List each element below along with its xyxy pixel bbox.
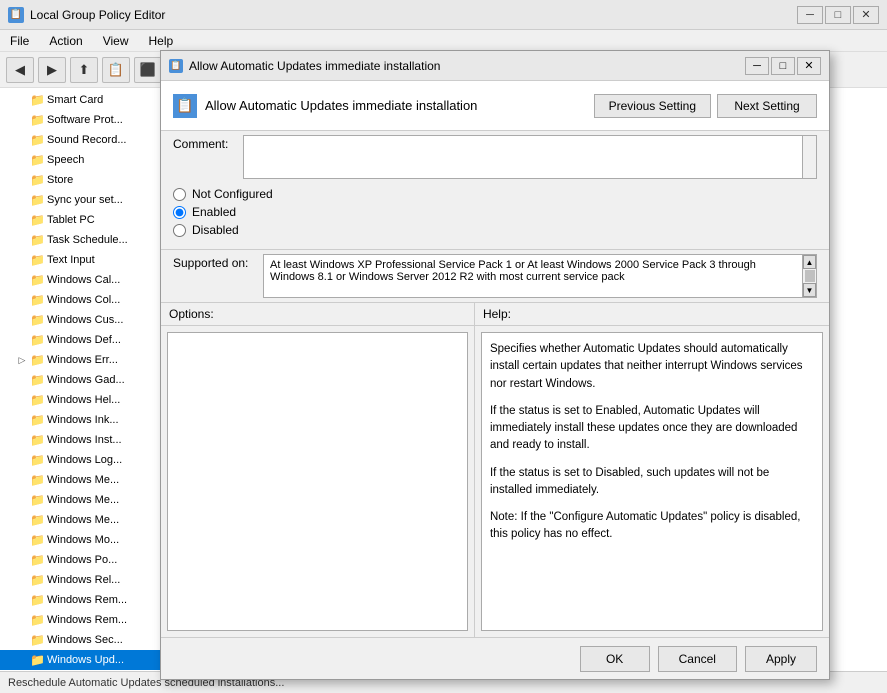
comment-input[interactable] <box>243 135 803 179</box>
dialog-title: Allow Automatic Updates immediate instal… <box>189 59 440 73</box>
scroll-up[interactable]: ▲ <box>803 255 816 269</box>
menu-bar: File Action View Help <box>0 30 887 52</box>
help-para-2: If the status is set to Enabled, Automat… <box>490 403 814 455</box>
options-label: Options: <box>161 303 474 326</box>
radio-area: Not Configured Enabled Disabled <box>161 179 829 250</box>
sidebar-item-windows-log[interactable]: 📁 Windows Log... <box>0 450 164 470</box>
sidebar-item-windows-me1[interactable]: 📁 Windows Me... <box>0 470 164 490</box>
sidebar: 📁 Smart Card 📁 Software Prot... 📁 Sound … <box>0 88 165 693</box>
sidebar-item-store[interactable]: 📁 Store <box>0 170 164 190</box>
help-section: Help: Specifies whether Automatic Update… <box>475 303 829 637</box>
next-setting-button[interactable]: Next Setting <box>717 94 817 118</box>
dialog-icon: 📋 <box>169 59 183 73</box>
prev-setting-button[interactable]: Previous Setting <box>594 94 711 118</box>
sidebar-item-windows-po[interactable]: 📁 Windows Po... <box>0 550 164 570</box>
help-para-3: If the status is set to Disabled, such u… <box>490 465 814 500</box>
sidebar-item-windows-def[interactable]: 📁 Windows Def... <box>0 330 164 350</box>
sidebar-item-windows-rem1[interactable]: 📁 Windows Rem... <box>0 590 164 610</box>
sidebar-item-windows-cal[interactable]: 📁 Windows Cal... <box>0 270 164 290</box>
dialog-maximize[interactable]: □ <box>771 57 795 75</box>
help-content: Specifies whether Automatic Updates shou… <box>481 332 823 631</box>
comment-scrollbar <box>803 135 817 179</box>
scroll-thumb <box>805 270 815 282</box>
cancel-button[interactable]: Cancel <box>658 646 737 672</box>
menu-action[interactable]: Action <box>43 32 88 50</box>
supported-label: Supported on: <box>173 254 263 270</box>
expander <box>16 94 28 106</box>
sidebar-item-windows-err[interactable]: ▷ 📁 Windows Err... <box>0 350 164 370</box>
supported-value: At least Windows XP Professional Service… <box>263 254 803 298</box>
help-label: Help: <box>475 303 829 326</box>
sidebar-item-smart-card[interactable]: 📁 Smart Card <box>0 90 164 110</box>
title-bar: 📋 Local Group Policy Editor ─ □ ✕ <box>0 0 887 30</box>
dialog-minimize[interactable]: ─ <box>745 57 769 75</box>
back-button[interactable]: ◀ <box>6 57 34 83</box>
dialog-header: 📋 Allow Automatic Updates immediate inst… <box>161 81 829 131</box>
radio-not-configured-label: Not Configured <box>192 187 273 201</box>
dialog-footer: OK Cancel Apply <box>161 637 829 679</box>
close-button[interactable]: ✕ <box>853 6 879 24</box>
menu-help[interactable]: Help <box>143 32 180 50</box>
radio-not-configured[interactable]: Not Configured <box>173 187 817 201</box>
minimize-button[interactable]: ─ <box>797 6 823 24</box>
window-controls: ─ □ ✕ <box>797 6 879 24</box>
sidebar-item-sync[interactable]: 📁 Sync your set... <box>0 190 164 210</box>
maximize-button[interactable]: □ <box>825 6 851 24</box>
sidebar-item-windows-upd[interactable]: 📁 Windows Upd... <box>0 650 164 670</box>
ok-button[interactable]: OK <box>580 646 650 672</box>
dialog-header-title: Allow Automatic Updates immediate instal… <box>205 98 477 113</box>
sidebar-item-windows-hel[interactable]: 📁 Windows Hel... <box>0 390 164 410</box>
sidebar-item-windows-col[interactable]: 📁 Windows Col... <box>0 290 164 310</box>
dialog: 📋 Allow Automatic Updates immediate inst… <box>160 50 830 680</box>
apply-button[interactable]: Apply <box>745 646 817 672</box>
app-icon: 📋 <box>8 7 24 23</box>
supported-on-row: Supported on: At least Windows XP Profes… <box>161 250 829 303</box>
comment-row: Comment: <box>161 131 829 179</box>
help-para-1: Specifies whether Automatic Updates shou… <box>490 341 814 393</box>
radio-disabled[interactable]: Disabled <box>173 223 817 237</box>
sidebar-item-windows-inst[interactable]: 📁 Windows Inst... <box>0 430 164 450</box>
sidebar-item-sound-record[interactable]: 📁 Sound Record... <box>0 130 164 150</box>
options-help-area: Options: Help: Specifies whether Automat… <box>161 303 829 637</box>
properties-button[interactable]: ⬛ <box>134 57 162 83</box>
forward-button[interactable]: ▶ <box>38 57 66 83</box>
sidebar-item-windows-mo[interactable]: 📁 Windows Mo... <box>0 530 164 550</box>
sidebar-item-tablet-pc[interactable]: 📁 Tablet PC <box>0 210 164 230</box>
up-button[interactable]: ⬆ <box>70 57 98 83</box>
sidebar-item-windows-me3[interactable]: 📁 Windows Me... <box>0 510 164 530</box>
sidebar-item-windows-sec[interactable]: 📁 Windows Sec... <box>0 630 164 650</box>
scroll-down[interactable]: ▼ <box>803 283 816 297</box>
options-content[interactable] <box>167 332 468 631</box>
main-window: 📋 Local Group Policy Editor ─ □ ✕ File A… <box>0 0 887 693</box>
menu-view[interactable]: View <box>97 32 135 50</box>
sidebar-item-windows-ink[interactable]: 📁 Windows Ink... <box>0 410 164 430</box>
comment-label: Comment: <box>173 135 243 151</box>
sidebar-item-windows-rel[interactable]: 📁 Windows Rel... <box>0 570 164 590</box>
sidebar-item-windows-me2[interactable]: 📁 Windows Me... <box>0 490 164 510</box>
sidebar-item-task-schedule[interactable]: 📁 Task Schedule... <box>0 230 164 250</box>
app-title: Local Group Policy Editor <box>30 8 165 22</box>
sidebar-item-windows-rem2[interactable]: 📁 Windows Rem... <box>0 610 164 630</box>
show-hide-button[interactable]: 📋 <box>102 57 130 83</box>
radio-enabled-label: Enabled <box>192 205 236 219</box>
options-section: Options: <box>161 303 475 637</box>
help-para-4: Note: If the "Configure Automatic Update… <box>490 509 814 544</box>
menu-file[interactable]: File <box>4 32 35 50</box>
sidebar-item-windows-cus[interactable]: 📁 Windows Cus... <box>0 310 164 330</box>
sidebar-item-windows-gad[interactable]: 📁 Windows Gad... <box>0 370 164 390</box>
radio-enabled[interactable]: Enabled <box>173 205 817 219</box>
supported-scrollbar: ▲ ▼ <box>803 254 817 298</box>
radio-disabled-label: Disabled <box>192 223 239 237</box>
dialog-close[interactable]: ✕ <box>797 57 821 75</box>
dialog-title-bar: 📋 Allow Automatic Updates immediate inst… <box>161 51 829 81</box>
sidebar-item-speech[interactable]: 📁 Speech <box>0 150 164 170</box>
sidebar-item-software-prot[interactable]: 📁 Software Prot... <box>0 110 164 130</box>
dialog-header-icon: 📋 <box>173 94 197 118</box>
sidebar-item-text-input[interactable]: 📁 Text Input <box>0 250 164 270</box>
